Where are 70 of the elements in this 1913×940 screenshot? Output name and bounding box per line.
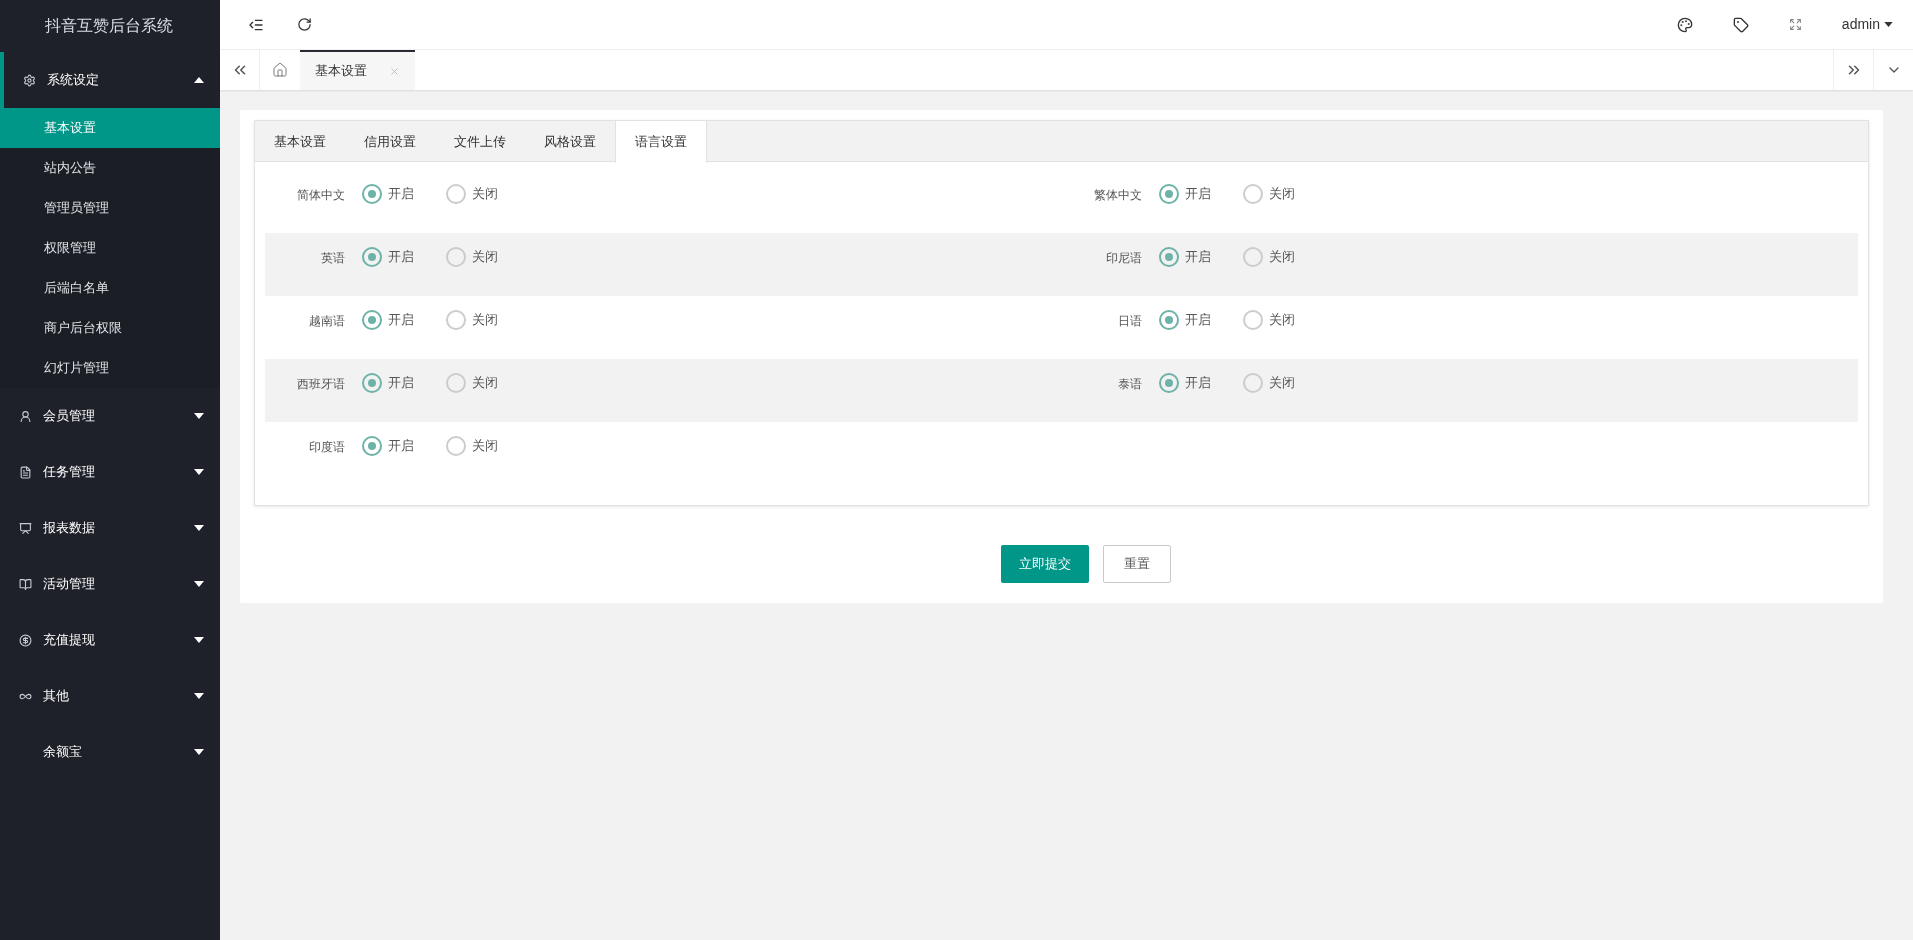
radio-option[interactable]: 关闭 xyxy=(1242,247,1309,267)
menu-item[interactable]: 商户后台权限 xyxy=(0,308,220,348)
radio-option[interactable]: 开启 xyxy=(1158,373,1225,393)
radio-option[interactable]: 关闭 xyxy=(446,247,512,267)
radio-option[interactable]: 开启 xyxy=(1158,310,1225,330)
radio-option[interactable]: 关闭 xyxy=(1242,184,1309,204)
caret-icon xyxy=(1884,22,1893,27)
language-label: 泰语 xyxy=(1116,376,1142,393)
caret-icon xyxy=(194,749,204,755)
settings-tab[interactable]: 信用设置 xyxy=(345,121,435,163)
menu-group[interactable]: 其他 xyxy=(0,668,220,724)
menu-item[interactable]: 权限管理 xyxy=(0,228,220,268)
caret-icon xyxy=(194,693,204,699)
language-label: 印度语 xyxy=(308,439,345,456)
menu-group[interactable]: 充值提现 xyxy=(0,612,220,668)
language-label: 日语 xyxy=(1116,313,1142,330)
menu-item[interactable]: 管理员管理 xyxy=(0,188,220,228)
menu-item[interactable]: 幻灯片管理 xyxy=(0,348,220,388)
radio-option[interactable]: 开启 xyxy=(1158,247,1225,267)
language-label: 西班牙语 xyxy=(296,376,345,393)
page-tab[interactable]: 基本设置 xyxy=(300,50,415,90)
radio-option[interactable]: 关闭 xyxy=(446,184,512,204)
settings-tab[interactable]: 文件上传 xyxy=(435,121,525,163)
radio-option[interactable]: 关闭 xyxy=(1242,310,1309,330)
menu-group[interactable]: 活动管理 xyxy=(0,556,220,612)
board-icon xyxy=(19,521,32,535)
book-icon xyxy=(19,577,32,591)
language-label: 英语 xyxy=(320,250,345,267)
radio-option[interactable]: 开启 xyxy=(362,373,428,393)
radio-option[interactable]: 关闭 xyxy=(446,436,512,456)
menu-group[interactable]: 会员管理 xyxy=(0,388,220,444)
radio-option[interactable]: 开启 xyxy=(362,310,428,330)
caret-icon xyxy=(194,469,204,475)
fullscreen-icon[interactable] xyxy=(1788,18,1802,31)
menu-item[interactable]: 站内公告 xyxy=(0,148,220,188)
caret-icon xyxy=(194,77,204,83)
menu-group[interactable]: 任务管理 xyxy=(0,444,220,500)
user-menu[interactable]: admin xyxy=(1841,14,1893,35)
page-tab-label: 基本设置 xyxy=(315,62,367,81)
menu-item[interactable]: 后端白名单 xyxy=(0,268,220,308)
language-label: 印尼语 xyxy=(1104,250,1142,267)
settings-tab[interactable]: 基本设置 xyxy=(255,121,345,163)
caret-icon xyxy=(194,413,204,419)
tag-icon[interactable] xyxy=(1732,16,1749,33)
radio-option[interactable]: 关闭 xyxy=(1242,373,1309,393)
radio-option[interactable]: 开启 xyxy=(362,247,428,267)
language-label: 越南语 xyxy=(308,313,345,330)
language-label: 简体中文 xyxy=(296,187,345,204)
gear-icon xyxy=(23,73,36,87)
settings-tab[interactable]: 风格设置 xyxy=(525,121,615,163)
radio-option[interactable]: 关闭 xyxy=(446,373,512,393)
caret-icon xyxy=(194,637,204,643)
radio-option[interactable]: 开启 xyxy=(362,184,428,204)
caret-icon xyxy=(194,581,204,587)
refresh-icon[interactable] xyxy=(297,17,312,32)
user-icon xyxy=(19,409,32,423)
radio-option[interactable]: 开启 xyxy=(362,436,428,456)
menu-group[interactable]: 报表数据 xyxy=(0,500,220,556)
settings-tab[interactable]: 语言设置 xyxy=(615,121,707,163)
menu-item[interactable]: 基本设置 xyxy=(0,108,220,148)
menu-group[interactable]: 余额宝 xyxy=(0,724,220,780)
palette-icon[interactable] xyxy=(1676,16,1693,33)
document-icon xyxy=(19,465,32,479)
app-title: 抖音互赞后台系统 xyxy=(44,16,174,36)
radio-option[interactable]: 开启 xyxy=(1158,184,1225,204)
language-label: 繁体中文 xyxy=(1092,187,1142,204)
submit-button[interactable]: 立即提交 xyxy=(1000,545,1089,583)
radio-option[interactable]: 关闭 xyxy=(446,310,512,330)
reset-button[interactable]: 重置 xyxy=(1102,545,1171,583)
caret-icon xyxy=(194,525,204,531)
